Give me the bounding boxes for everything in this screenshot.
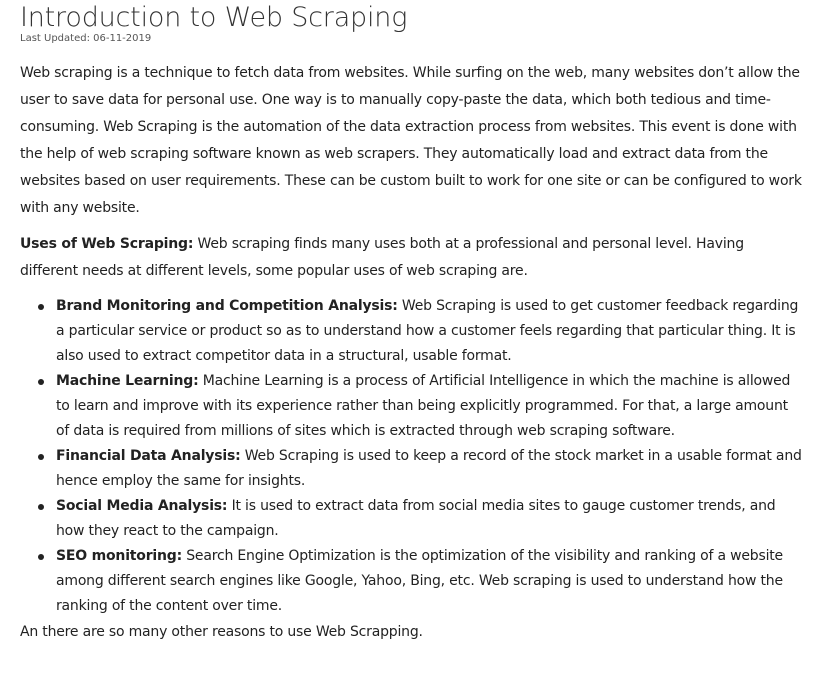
bullet-icon bbox=[38, 504, 44, 510]
last-updated: Last Updated: 06-11-2019 bbox=[20, 33, 152, 44]
list-item: Machine Learning: Machine Learning is a … bbox=[38, 369, 803, 444]
list-item: Brand Monitoring and Competition Analysi… bbox=[38, 294, 803, 369]
list-item-term: Brand Monitoring and Competition Analysi… bbox=[56, 298, 398, 314]
closing-paragraph: An there are so many other reasons to us… bbox=[20, 624, 423, 640]
article: Introduction to Web Scraping Last Update… bbox=[0, 0, 815, 681]
list-item-term: Social Media Analysis: bbox=[56, 498, 228, 514]
bullet-icon bbox=[38, 304, 44, 310]
list-item-term: Financial Data Analysis: bbox=[56, 448, 241, 464]
list-item: Social Media Analysis: It is used to ext… bbox=[38, 494, 803, 544]
list-item-term: Machine Learning: bbox=[56, 373, 199, 389]
uses-paragraph: Uses of Web Scraping: Web scraping finds… bbox=[20, 231, 803, 285]
list-item: SEO monitoring: Search Engine Optimizati… bbox=[38, 544, 803, 619]
uses-heading: Uses of Web Scraping: bbox=[20, 236, 194, 252]
list-item-term: SEO monitoring: bbox=[56, 548, 182, 564]
article-title: Introduction to Web Scraping bbox=[20, 2, 408, 33]
bullet-icon bbox=[38, 554, 44, 560]
intro-paragraph: Web scraping is a technique to fetch dat… bbox=[20, 65, 802, 216]
list-item: Financial Data Analysis: Web Scraping is… bbox=[38, 444, 803, 494]
bullet-icon bbox=[38, 379, 44, 385]
uses-list: Brand Monitoring and Competition Analysi… bbox=[20, 294, 803, 619]
bullet-icon bbox=[38, 454, 44, 460]
